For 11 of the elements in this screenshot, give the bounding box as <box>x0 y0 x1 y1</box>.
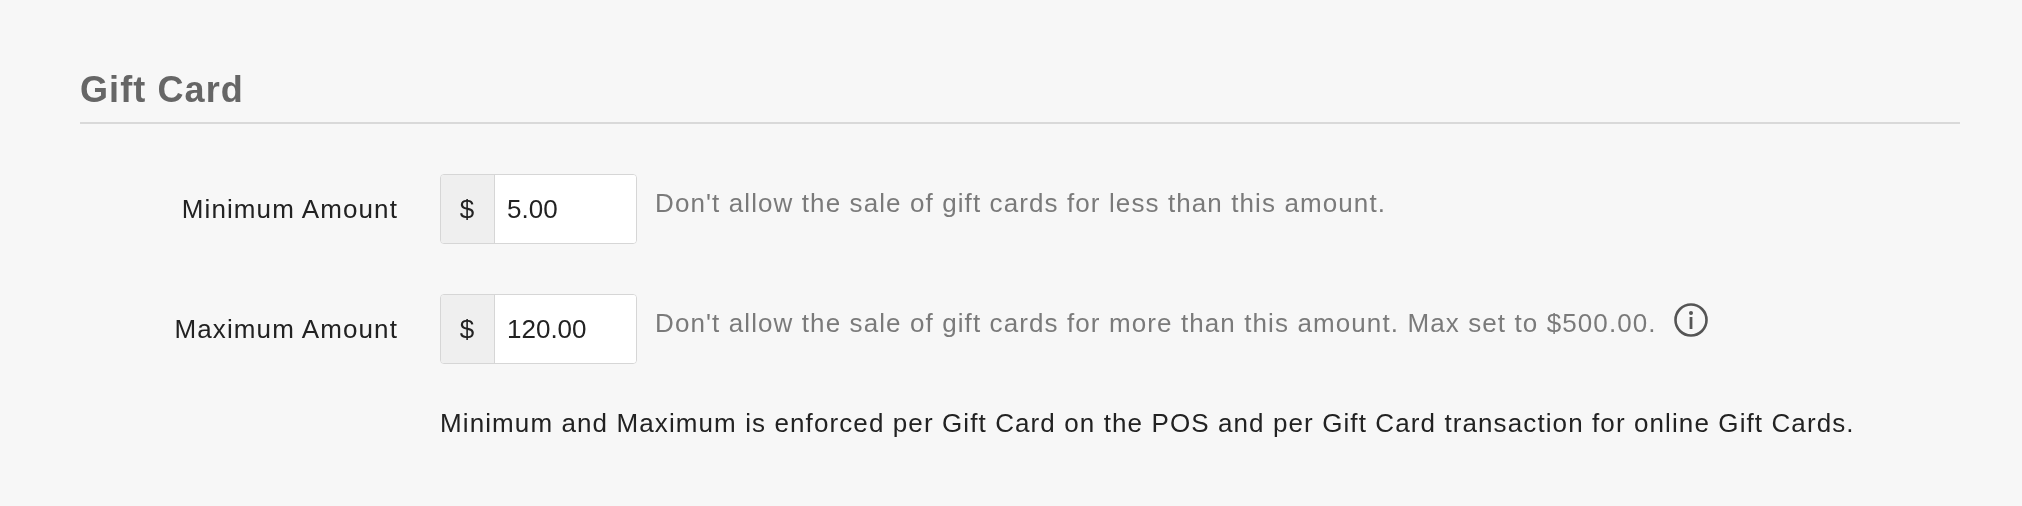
note-text: Minimum and Maximum is enforced per Gift Card on the POS and per Gift Card transaction for online Gift Cards. <box>440 408 1856 439</box>
currency-prefix: $ <box>441 175 495 243</box>
help-text: Don't allow the sale of gift cards for less than this amount. <box>655 188 1387 219</box>
amount-field[interactable]: $ 5.00 <box>440 174 637 244</box>
field-label: Maximum Amount <box>173 313 399 345</box>
field-label: Minimum Amount <box>180 193 399 225</box>
section-title: Gift Card <box>80 68 245 112</box>
amount-field[interactable]: $ 120.00 <box>440 294 637 364</box>
info-icon[interactable] <box>1672 302 1709 338</box>
currency-prefix: $ <box>441 295 495 363</box>
help-text: Don't allow the sale of gift cards for more than this amount. Max set to $500.00. <box>655 308 1657 339</box>
